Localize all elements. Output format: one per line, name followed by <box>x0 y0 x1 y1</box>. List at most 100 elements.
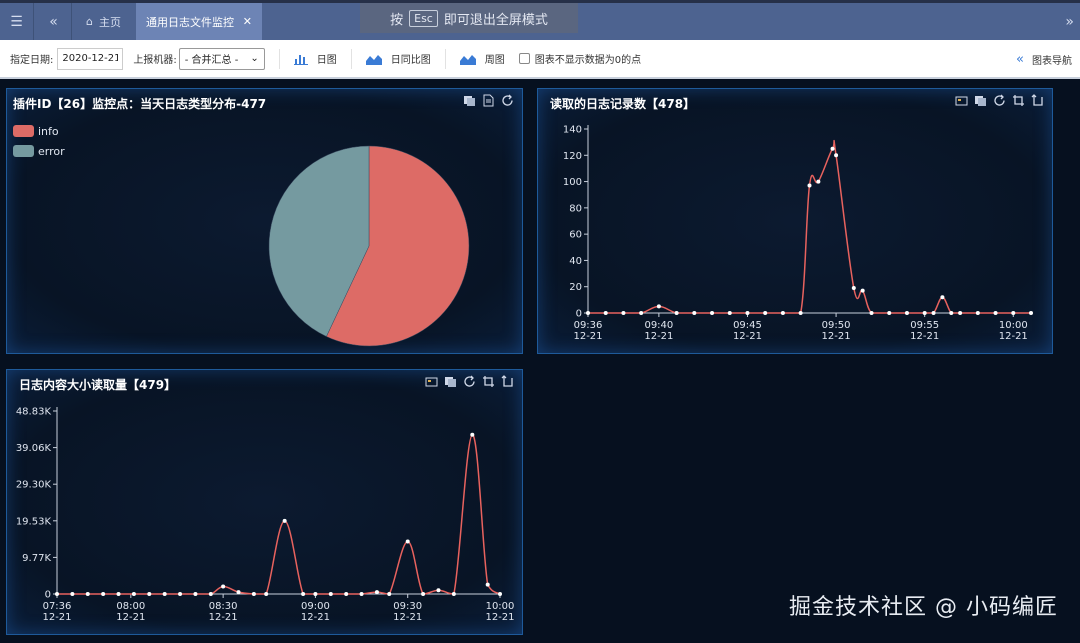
watermark: 掘金技术社区 @ 小码编匠 <box>789 595 1058 620</box>
x-tick-label: 10:00 <box>999 320 1028 331</box>
x-tick-date: 12-21 <box>822 331 851 342</box>
x-tick-date: 12-21 <box>573 331 602 342</box>
data-point <box>763 311 768 315</box>
data-point <box>656 304 661 309</box>
x-tick-label: 09:50 <box>822 320 851 331</box>
data-point <box>116 592 121 596</box>
day-chart-label: 日图 <box>316 55 337 66</box>
data-point <box>1011 311 1016 315</box>
esc-key: Esc <box>409 9 438 27</box>
divider <box>444 48 446 69</box>
data-point <box>922 311 927 315</box>
day-compare-chart-button[interactable]: 日同比图 <box>365 51 431 66</box>
data-point <box>860 288 865 293</box>
data-point <box>328 592 333 596</box>
series-line <box>588 140 1031 314</box>
machine-select-value: - 合并汇总 - <box>184 55 239 66</box>
data-point <box>387 592 392 596</box>
date-input[interactable] <box>57 47 124 70</box>
x-tick-label: 09:45 <box>733 320 762 331</box>
y-tick-label: 20 <box>569 282 582 293</box>
data-point <box>147 592 152 596</box>
data-point <box>436 588 441 593</box>
day-chart-button[interactable]: 日图 <box>293 51 337 66</box>
pie-chart-panel: 插件ID【26】监控点：当天日志类型分布-477 info error <box>6 88 523 354</box>
data-point <box>1029 311 1033 315</box>
day-compare-chart-label: 日同比图 <box>390 55 431 66</box>
hide-zero-label: 图表不显示数据为0的点 <box>534 55 642 66</box>
chart-nav-label: 图表导航 <box>1032 56 1072 67</box>
x-tick-label: 09:55 <box>910 320 939 331</box>
data-point <box>101 592 106 596</box>
data-point <box>313 592 318 596</box>
checkbox-box[interactable] <box>518 53 530 64</box>
x-tick-label: 09:30 <box>393 601 422 612</box>
tab-home-label: 主页 <box>98 15 121 29</box>
x-tick-date: 12-21 <box>485 612 514 623</box>
data-point <box>830 146 835 151</box>
data-point <box>603 311 608 315</box>
x-tick-date: 12-21 <box>644 331 673 342</box>
week-chart-label: 周图 <box>484 55 505 66</box>
y-tick-label: 120 <box>563 151 582 162</box>
data-point <box>674 311 679 315</box>
data-point <box>485 582 490 587</box>
data-point <box>236 590 241 595</box>
machine-select[interactable]: - 合并汇总 - ⌄ <box>178 47 265 70</box>
week-chart-button[interactable]: 周图 <box>459 51 505 66</box>
x-tick-label: 08:00 <box>116 601 145 612</box>
close-icon[interactable]: ✕ <box>243 15 252 28</box>
esc-hint-prefix: 按 <box>390 12 404 28</box>
double-chevron-left-icon: « <box>1016 52 1024 67</box>
legend-label-info: info <box>38 125 59 138</box>
data-point <box>931 311 936 315</box>
data-point <box>470 432 475 437</box>
data-point <box>727 311 732 315</box>
y-tick-label: 48.83K <box>16 407 52 418</box>
y-tick-label: 0 <box>45 590 51 601</box>
expand-right-icon[interactable]: » <box>1065 3 1074 40</box>
data-point <box>359 592 364 596</box>
legend-label-error: error <box>38 145 65 158</box>
data-point <box>639 311 644 315</box>
chevron-down-icon: ⌄ <box>250 53 259 64</box>
y-tick-label: 39.06K <box>16 443 52 454</box>
x-tick-label: 07:36 <box>43 601 72 612</box>
tab-log-monitor[interactable]: 通用日志文件监控 ✕ <box>136 3 262 40</box>
data-point <box>193 592 198 596</box>
toolbar: 指定日期: 上报机器: - 合并汇总 - ⌄ 日图 日同比图 周图 图表不显示数… <box>0 40 1080 79</box>
records-line-chart: 02040608010012014009:3612-2109:4012-2109… <box>563 125 1033 342</box>
data-point <box>251 592 256 596</box>
tab-log-monitor-label: 通用日志文件监控 <box>146 15 234 29</box>
x-tick-date: 12-21 <box>910 331 939 342</box>
bar-chart-icon <box>293 54 308 65</box>
pie-chart: info error <box>13 125 470 347</box>
y-tick-label: 140 <box>563 125 582 136</box>
home-icon: ⌂ <box>86 15 93 28</box>
data-point <box>264 592 269 596</box>
data-point <box>975 311 980 315</box>
y-tick-label: 40 <box>569 256 582 267</box>
data-point <box>85 592 90 596</box>
collapse-left-icon[interactable]: « <box>36 3 72 40</box>
machine-label: 上报机器: <box>133 55 177 66</box>
data-point <box>374 590 379 595</box>
data-point <box>405 539 410 544</box>
chart-nav-button[interactable]: « 图表导航 <box>1016 40 1072 79</box>
data-point <box>692 311 697 315</box>
divider <box>350 48 352 69</box>
hide-zero-checkbox[interactable]: 图表不显示数据为0的点 <box>518 51 642 66</box>
data-point <box>131 592 136 596</box>
data-point <box>958 311 963 315</box>
data-point <box>162 592 167 596</box>
data-point <box>834 153 839 158</box>
area-chart-icon <box>365 54 382 65</box>
area-chart-icon <box>459 54 476 65</box>
y-tick-label: 100 <box>563 177 582 188</box>
tab-home[interactable]: ⌂ 主页 <box>78 3 129 40</box>
x-tick-label: 08:30 <box>209 601 238 612</box>
x-tick-date: 12-21 <box>999 331 1028 342</box>
menu-icon[interactable]: ☰ <box>0 3 34 40</box>
data-point <box>282 518 287 523</box>
fullscreen-esc-hint: 按 Esc 即可退出全屏模式 <box>360 3 578 33</box>
